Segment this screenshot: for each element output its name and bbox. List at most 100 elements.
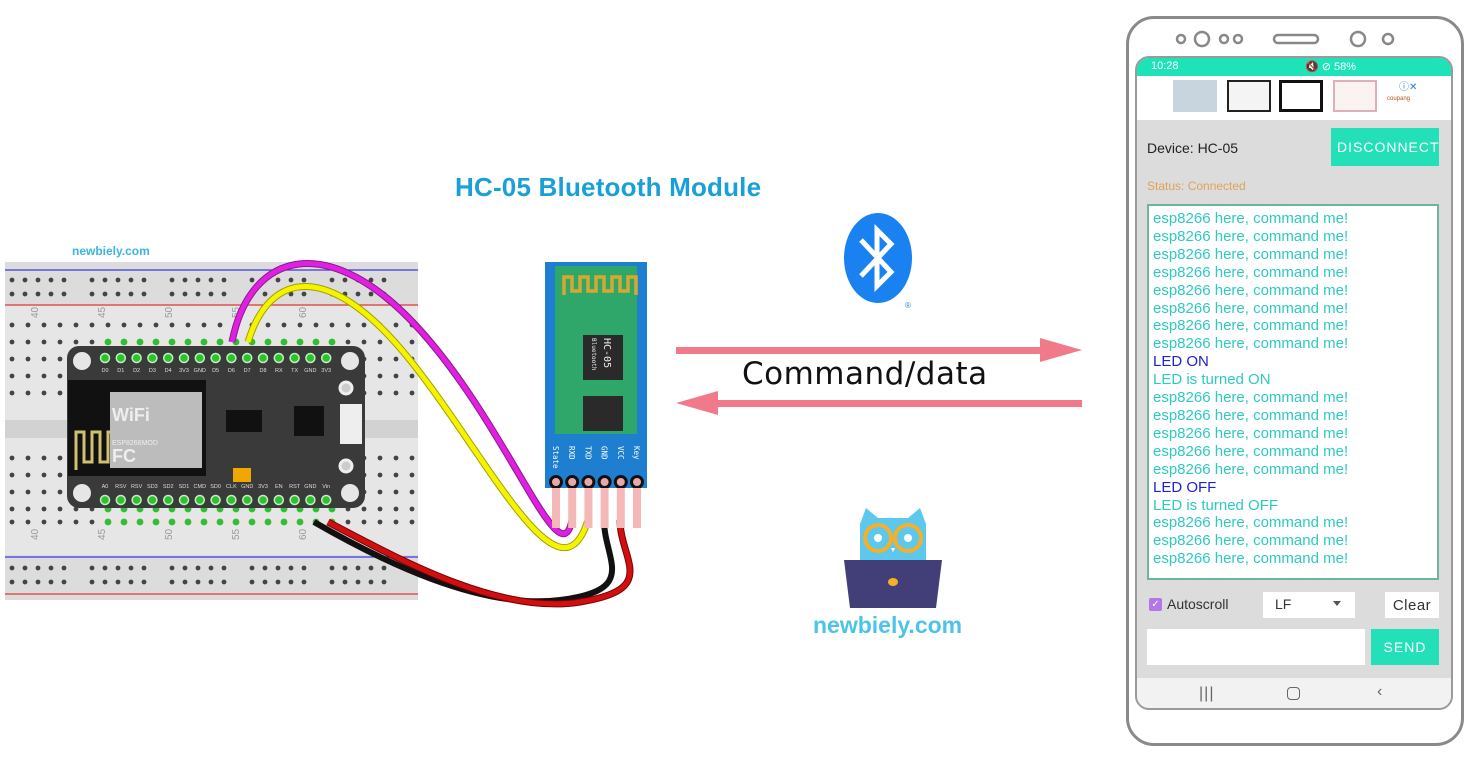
esp-pin-label: RSV xyxy=(131,484,143,490)
esp-pin-label: TX xyxy=(291,368,298,374)
hc05-pin-label: Key xyxy=(632,446,641,460)
breadboard-hole xyxy=(102,565,108,571)
hc05-pin-label: GND xyxy=(600,446,609,460)
esp-pin-label: D6 xyxy=(228,368,235,374)
breadboard-hole xyxy=(128,291,134,297)
breadboard-hole xyxy=(208,291,214,297)
home-icon[interactable] xyxy=(1287,687,1300,700)
breadboard-hole xyxy=(57,339,63,345)
breadboard-hole xyxy=(264,338,272,346)
ad-image-2[interactable] xyxy=(1227,80,1271,112)
clear-button[interactable]: Clear xyxy=(1385,592,1439,618)
phone-sensors xyxy=(1175,30,1395,48)
column-number: 45 xyxy=(97,306,108,318)
breadboard-hole xyxy=(120,338,128,346)
breadboard-hole xyxy=(9,565,15,571)
esp-pin xyxy=(226,494,237,506)
hc05-header-pin xyxy=(616,488,625,528)
breadboard-hole xyxy=(136,338,144,346)
hc05-pin-label: State xyxy=(551,446,560,469)
svg-text:®: ® xyxy=(905,301,911,310)
breadboard-hole xyxy=(57,390,63,396)
ad-close-icon[interactable]: ⓘ✕ xyxy=(1399,78,1417,93)
checkbox-check-icon[interactable]: ✓ xyxy=(1149,597,1162,611)
breadboard-hole xyxy=(41,519,47,525)
serial-console[interactable]: esp8266 here, command me! esp8266 here, c… xyxy=(1147,204,1439,580)
esp-pin xyxy=(115,352,127,364)
hc05-header-pin xyxy=(633,488,641,528)
hc05-pin-label: VCC xyxy=(616,446,625,460)
esp-pin-label: RSV xyxy=(115,484,127,490)
send-button[interactable]: SEND xyxy=(1371,629,1439,665)
recents-icon[interactable]: ||| xyxy=(1199,685,1214,703)
breadboard-hole xyxy=(195,565,201,571)
connection-status: Status: Connected xyxy=(1147,179,1246,193)
hc05-header-pin xyxy=(552,488,560,528)
esp-pin-label: 3V3 xyxy=(179,368,189,374)
breadboard-hole xyxy=(232,518,240,526)
breadboard-hole xyxy=(22,291,28,297)
breadboard-hole xyxy=(280,518,288,526)
esp-pin-label: D5 xyxy=(212,368,219,374)
breadboard-hole xyxy=(25,506,31,512)
breadboard-hole xyxy=(368,291,374,297)
breadboard-hole xyxy=(153,322,159,328)
breadboard-hole xyxy=(280,338,288,346)
breadboard-hole xyxy=(288,277,294,283)
arrow-left xyxy=(676,391,1082,415)
breadboard-hole xyxy=(329,277,335,283)
breadboard-hole xyxy=(9,356,15,362)
breadboard-hole xyxy=(329,322,335,328)
breadboard-hole xyxy=(57,373,63,379)
breadboard-hole xyxy=(393,356,399,362)
ad-banner[interactable]: ⓘ✕ coupang xyxy=(1137,76,1451,120)
console-line-received: esp8266 here, command me! xyxy=(1153,460,1349,478)
esp-pin-label: RST xyxy=(289,484,301,490)
breadboard-hole xyxy=(262,291,268,297)
breadboard-hole xyxy=(41,356,47,362)
breadboard-hole xyxy=(297,322,303,328)
breadboard-hole xyxy=(41,322,47,328)
breadboard-hole xyxy=(57,356,63,362)
autoscroll-checkbox[interactable]: ✓ Autoscroll xyxy=(1149,596,1228,612)
breadboard-hole xyxy=(301,277,307,283)
breadboard-hole xyxy=(221,291,227,297)
breadboard-hole xyxy=(312,338,320,346)
ad-image-4[interactable] xyxy=(1333,80,1377,112)
esp-pin xyxy=(289,494,300,506)
breadboard-hole xyxy=(102,277,108,283)
line-ending-select[interactable]: LF xyxy=(1263,592,1355,618)
breadboard-hole xyxy=(208,565,214,571)
breadboard-hole xyxy=(355,291,361,297)
message-input[interactable] xyxy=(1147,629,1365,665)
breadboard-hole xyxy=(35,565,41,571)
breadboard-hole xyxy=(9,277,15,283)
hc05-header-pin xyxy=(584,488,593,528)
disconnect-button[interactable]: DISCONNECT xyxy=(1331,128,1439,166)
breadboard-hole xyxy=(57,489,63,495)
breadboard-hole xyxy=(377,339,383,345)
breadboard-hole xyxy=(301,579,307,585)
breadboard-hole xyxy=(249,579,255,585)
breadboard-hole xyxy=(221,579,227,585)
esp-pin xyxy=(241,352,253,364)
breadboard-hole xyxy=(35,579,41,585)
breadboard-hole xyxy=(9,373,15,379)
console-line-received: esp8266 here, command me! xyxy=(1153,550,1349,568)
breadboard-hole xyxy=(182,579,188,585)
breadboard-hole xyxy=(249,565,255,571)
ad-image-3[interactable] xyxy=(1279,80,1323,112)
breadboard-hole xyxy=(381,579,387,585)
ad-brand: coupang xyxy=(1387,96,1411,102)
breadboard-hole xyxy=(9,339,15,345)
breadboard-hole xyxy=(409,390,415,396)
esp-pin xyxy=(162,352,174,364)
breadboard-hole xyxy=(25,472,31,478)
esp-pin xyxy=(257,494,269,506)
breadboard-hole xyxy=(262,565,268,571)
breadboard-hole xyxy=(41,455,47,461)
esp-pin xyxy=(178,494,190,506)
ad-image-1[interactable] xyxy=(1173,80,1217,112)
back-icon[interactable]: ‹ xyxy=(1377,683,1382,701)
esp-pin-label: CLK xyxy=(226,484,237,490)
